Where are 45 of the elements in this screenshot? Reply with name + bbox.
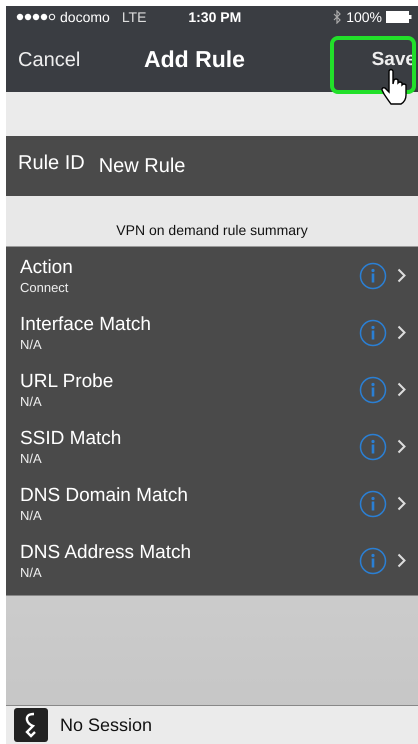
rule-summary-row[interactable]: DNS Address Match N/A — [6, 532, 418, 589]
chevron-icon — [397, 382, 406, 397]
battery-icon — [386, 11, 412, 23]
info-icon[interactable] — [359, 376, 387, 404]
bluetooth-icon — [333, 10, 342, 24]
info-icon[interactable] — [359, 432, 387, 460]
row-detail: N/A — [20, 564, 43, 580]
row-title: SSID Match — [20, 428, 122, 450]
row-detail: N/A — [20, 450, 43, 466]
row-title: Action — [20, 256, 74, 278]
rule-id-row[interactable]: Rule ID New Rule — [6, 136, 418, 196]
info-icon[interactable] — [359, 262, 387, 290]
carrier-name: docomo — [60, 9, 110, 25]
session-status: No Session — [60, 714, 152, 736]
rule-id-label: Rule ID — [18, 152, 85, 174]
rule-summary-row[interactable]: Interface Match N/A — [6, 304, 418, 361]
row-detail: Connect — [20, 280, 70, 294]
rule-summary-row[interactable]: DNS Domain Match N/A — [6, 475, 418, 532]
chevron-icon — [397, 439, 406, 454]
row-title: DNS Address Match — [20, 542, 192, 564]
chevron-icon — [397, 553, 406, 568]
row-detail: N/A — [20, 508, 43, 522]
info-icon[interactable] — [359, 546, 387, 574]
network-type: LTE — [122, 9, 146, 25]
chevron-icon — [397, 325, 406, 340]
app-logo-icon — [14, 708, 48, 742]
rule-summary-row[interactable]: URL Probe N/A — [6, 361, 418, 418]
signal-icon — [16, 13, 56, 21]
rule-summary-row[interactable]: Action Connect — [6, 247, 418, 304]
chevron-icon — [397, 496, 406, 511]
rule-id-value: New Rule — [98, 154, 186, 178]
row-title: URL Probe — [20, 370, 114, 392]
section-header: VPN on demand rule summary — [116, 222, 308, 238]
row-detail: N/A — [20, 394, 43, 408]
info-icon[interactable] — [359, 318, 387, 346]
row-title: DNS Domain Match — [20, 484, 189, 506]
row-title: Interface Match — [20, 314, 152, 336]
status-time: 1:30 PM — [188, 9, 242, 25]
chevron-icon — [397, 268, 406, 283]
row-detail: N/A — [20, 336, 43, 352]
battery-percent: 100% — [346, 9, 382, 25]
info-icon[interactable] — [359, 490, 387, 518]
rule-summary-row[interactable]: SSID Match N/A — [6, 418, 418, 475]
screen-title: Add Rule — [144, 46, 245, 73]
cancel-button[interactable]: Cancel — [16, 44, 82, 76]
